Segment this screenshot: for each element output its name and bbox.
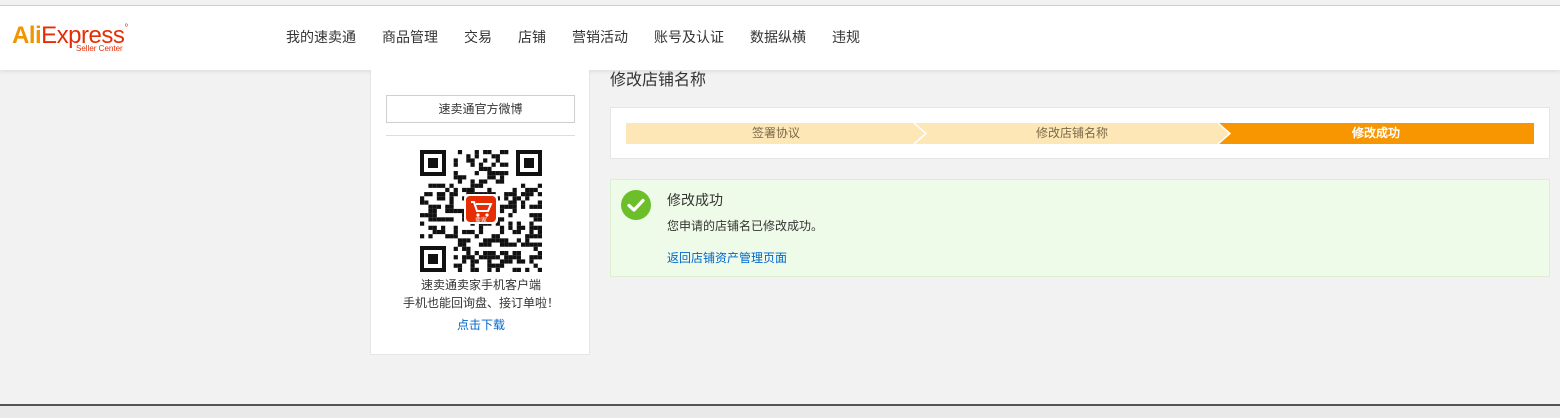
nav-item-violations[interactable]: 违规 bbox=[832, 28, 860, 48]
progress-steps: 签署协议 修改店铺名称 修改成功 bbox=[626, 123, 1534, 144]
step-separator-2 bbox=[1217, 123, 1231, 144]
check-circle-icon bbox=[621, 190, 651, 220]
header: Ali Express ° Seller Center 我的速卖通 商品管理 交易 … bbox=[0, 6, 1560, 70]
progress-steps-box: 签署协议 修改店铺名称 修改成功 bbox=[610, 107, 1550, 159]
app-caption-line2: 手机也能回询盘、接订单啦！ bbox=[402, 296, 559, 310]
qr-code-image: 卖家 bbox=[420, 150, 542, 272]
nav-item-transactions[interactable]: 交易 bbox=[464, 28, 492, 48]
success-title: 修改成功 bbox=[667, 193, 723, 209]
top-nav: 我的速卖通 商品管理 交易 店铺 营销活动 账号及认证 数据纵横 违规 bbox=[286, 28, 886, 48]
logo-registered-mark: ° bbox=[124, 23, 128, 34]
aliexpress-logo[interactable]: Ali Express ° Seller Center bbox=[12, 22, 142, 58]
official-weibo-button[interactable]: 速卖通官方微博 bbox=[386, 95, 575, 123]
app-caption-line1: 速卖通卖家手机客户端 bbox=[420, 278, 541, 292]
sidebar-divider bbox=[386, 135, 575, 136]
footer-bar bbox=[0, 404, 1560, 418]
logo-ali-text: Ali bbox=[12, 22, 42, 49]
nav-item-my-aliexpress[interactable]: 我的速卖通 bbox=[286, 28, 356, 48]
back-to-store-assets-link[interactable]: 返回店铺资产管理页面 bbox=[667, 250, 787, 266]
download-app-link[interactable]: 点击下载 bbox=[371, 316, 591, 333]
page-title: 修改店铺名称 bbox=[610, 70, 707, 89]
success-message: 您申请的店铺名已修改成功。 bbox=[667, 219, 824, 233]
nav-item-marketing[interactable]: 营销活动 bbox=[572, 28, 628, 48]
step-modify-store-name: 修改店铺名称 bbox=[914, 123, 1230, 144]
qr-badge-text: 卖家 bbox=[475, 216, 487, 224]
nav-item-product-management[interactable]: 商品管理 bbox=[382, 28, 438, 48]
step-sign-agreement: 签署协议 bbox=[626, 123, 926, 144]
nav-item-data[interactable]: 数据纵横 bbox=[750, 28, 806, 48]
logo-subtitle: Seller Center bbox=[76, 44, 123, 53]
success-message-box: 修改成功 您申请的店铺名已修改成功。 返回店铺资产管理页面 bbox=[610, 179, 1550, 277]
nav-item-account[interactable]: 账号及认证 bbox=[654, 28, 724, 48]
step-modify-success: 修改成功 bbox=[1218, 123, 1534, 144]
nav-item-store[interactable]: 店铺 bbox=[518, 28, 546, 48]
sidebar-promo-panel: 速卖通官方微博 卖家 速卖通卖家手机客户端 手机也能回询盘、接订单啦！ 点击下载 bbox=[370, 70, 590, 355]
step-separator-1 bbox=[913, 123, 927, 144]
